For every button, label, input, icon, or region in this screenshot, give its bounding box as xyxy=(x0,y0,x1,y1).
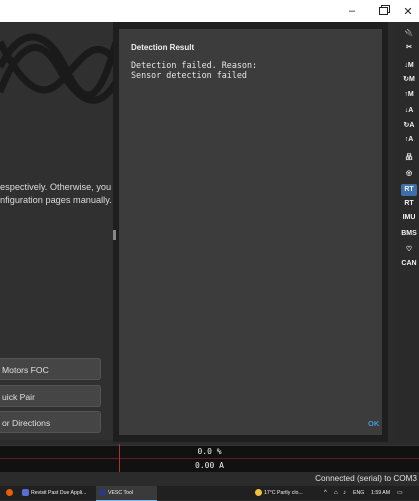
motor-directions-button[interactable]: or Directions xyxy=(0,411,101,433)
maximize-button[interactable] xyxy=(371,0,395,22)
network-icon[interactable]: ⌂ xyxy=(334,486,338,500)
read-motor-config-icon[interactable]: ↓M xyxy=(401,60,417,72)
imu-icon[interactable]: IMU xyxy=(401,212,417,224)
volume-icon[interactable]: ♪ xyxy=(343,486,346,500)
description-line-1: espectively. Otherwise, you xyxy=(0,182,112,192)
setup-motors-foc-button[interactable]: Motors FOC xyxy=(0,358,101,380)
sine-wave-graphic xyxy=(0,33,116,104)
splitter-handle[interactable] xyxy=(113,230,116,240)
rt-data-icon[interactable]: RT xyxy=(401,184,417,196)
browser-app-icon xyxy=(22,489,29,497)
weather-widget[interactable]: 17°C Partly clo... xyxy=(255,486,303,500)
read-app-config-icon[interactable]: ↓A xyxy=(401,105,417,117)
restore-icon xyxy=(378,7,388,15)
duty-value: 0.0 % xyxy=(197,447,222,456)
gamepad-icon[interactable]: ◎ xyxy=(401,168,417,180)
bms-icon[interactable]: BMS xyxy=(401,228,417,240)
tray-chevron-icon[interactable]: ^ xyxy=(324,486,327,500)
window-title-bar: – ✕ xyxy=(0,0,419,22)
read-default-app-config-icon[interactable]: ↻A xyxy=(401,120,417,132)
dialog-message: Detection failed. Reason: Sensor detecti… xyxy=(131,60,258,80)
connect-plug-icon[interactable]: 🔌 xyxy=(401,28,417,40)
vesc-app-icon xyxy=(99,489,106,497)
language-indicator[interactable]: ENG xyxy=(353,486,364,500)
taskbar-item-browser[interactable]: Revisit Past Due Appli... xyxy=(22,486,92,500)
rt-app-icon[interactable]: RT xyxy=(401,198,417,210)
write-app-config-icon[interactable]: ↑A xyxy=(401,134,417,146)
description-line-2: nfiguration pages manually. xyxy=(0,194,112,205)
close-button[interactable]: ✕ xyxy=(396,0,419,22)
current-value: 0.00 A xyxy=(195,461,224,470)
firefox-icon[interactable] xyxy=(6,486,15,500)
setup-description: espectively. Otherwise, you nfiguration … xyxy=(0,181,112,206)
can-icon[interactable]: CAN xyxy=(401,258,417,270)
minimize-button[interactable]: – xyxy=(340,0,364,22)
read-default-motor-config-icon[interactable]: ↻M xyxy=(401,74,417,86)
dialog-title: Detection Result xyxy=(131,43,195,52)
taskbar-item-vesc-tool[interactable]: VESC Tool xyxy=(96,486,157,501)
quick-pair-button[interactable]: uick Pair xyxy=(0,385,101,407)
ok-button[interactable]: OK xyxy=(368,419,379,428)
heart-icon[interactable]: ♡ xyxy=(401,244,417,256)
detection-result-dialog: Detection Result Detection failed. Reaso… xyxy=(119,29,382,435)
weather-icon xyxy=(255,489,262,497)
clock[interactable]: 1:59 AM xyxy=(371,486,390,500)
disconnect-plug-icon[interactable]: ✂ xyxy=(401,42,417,54)
write-motor-config-icon[interactable]: ↑M xyxy=(401,89,417,101)
notifications-icon[interactable]: ▭ xyxy=(397,486,403,500)
connection-status: Connected (serial) to COM3 xyxy=(315,474,417,483)
canbus-nodes-icon[interactable]: 品 xyxy=(401,152,417,164)
